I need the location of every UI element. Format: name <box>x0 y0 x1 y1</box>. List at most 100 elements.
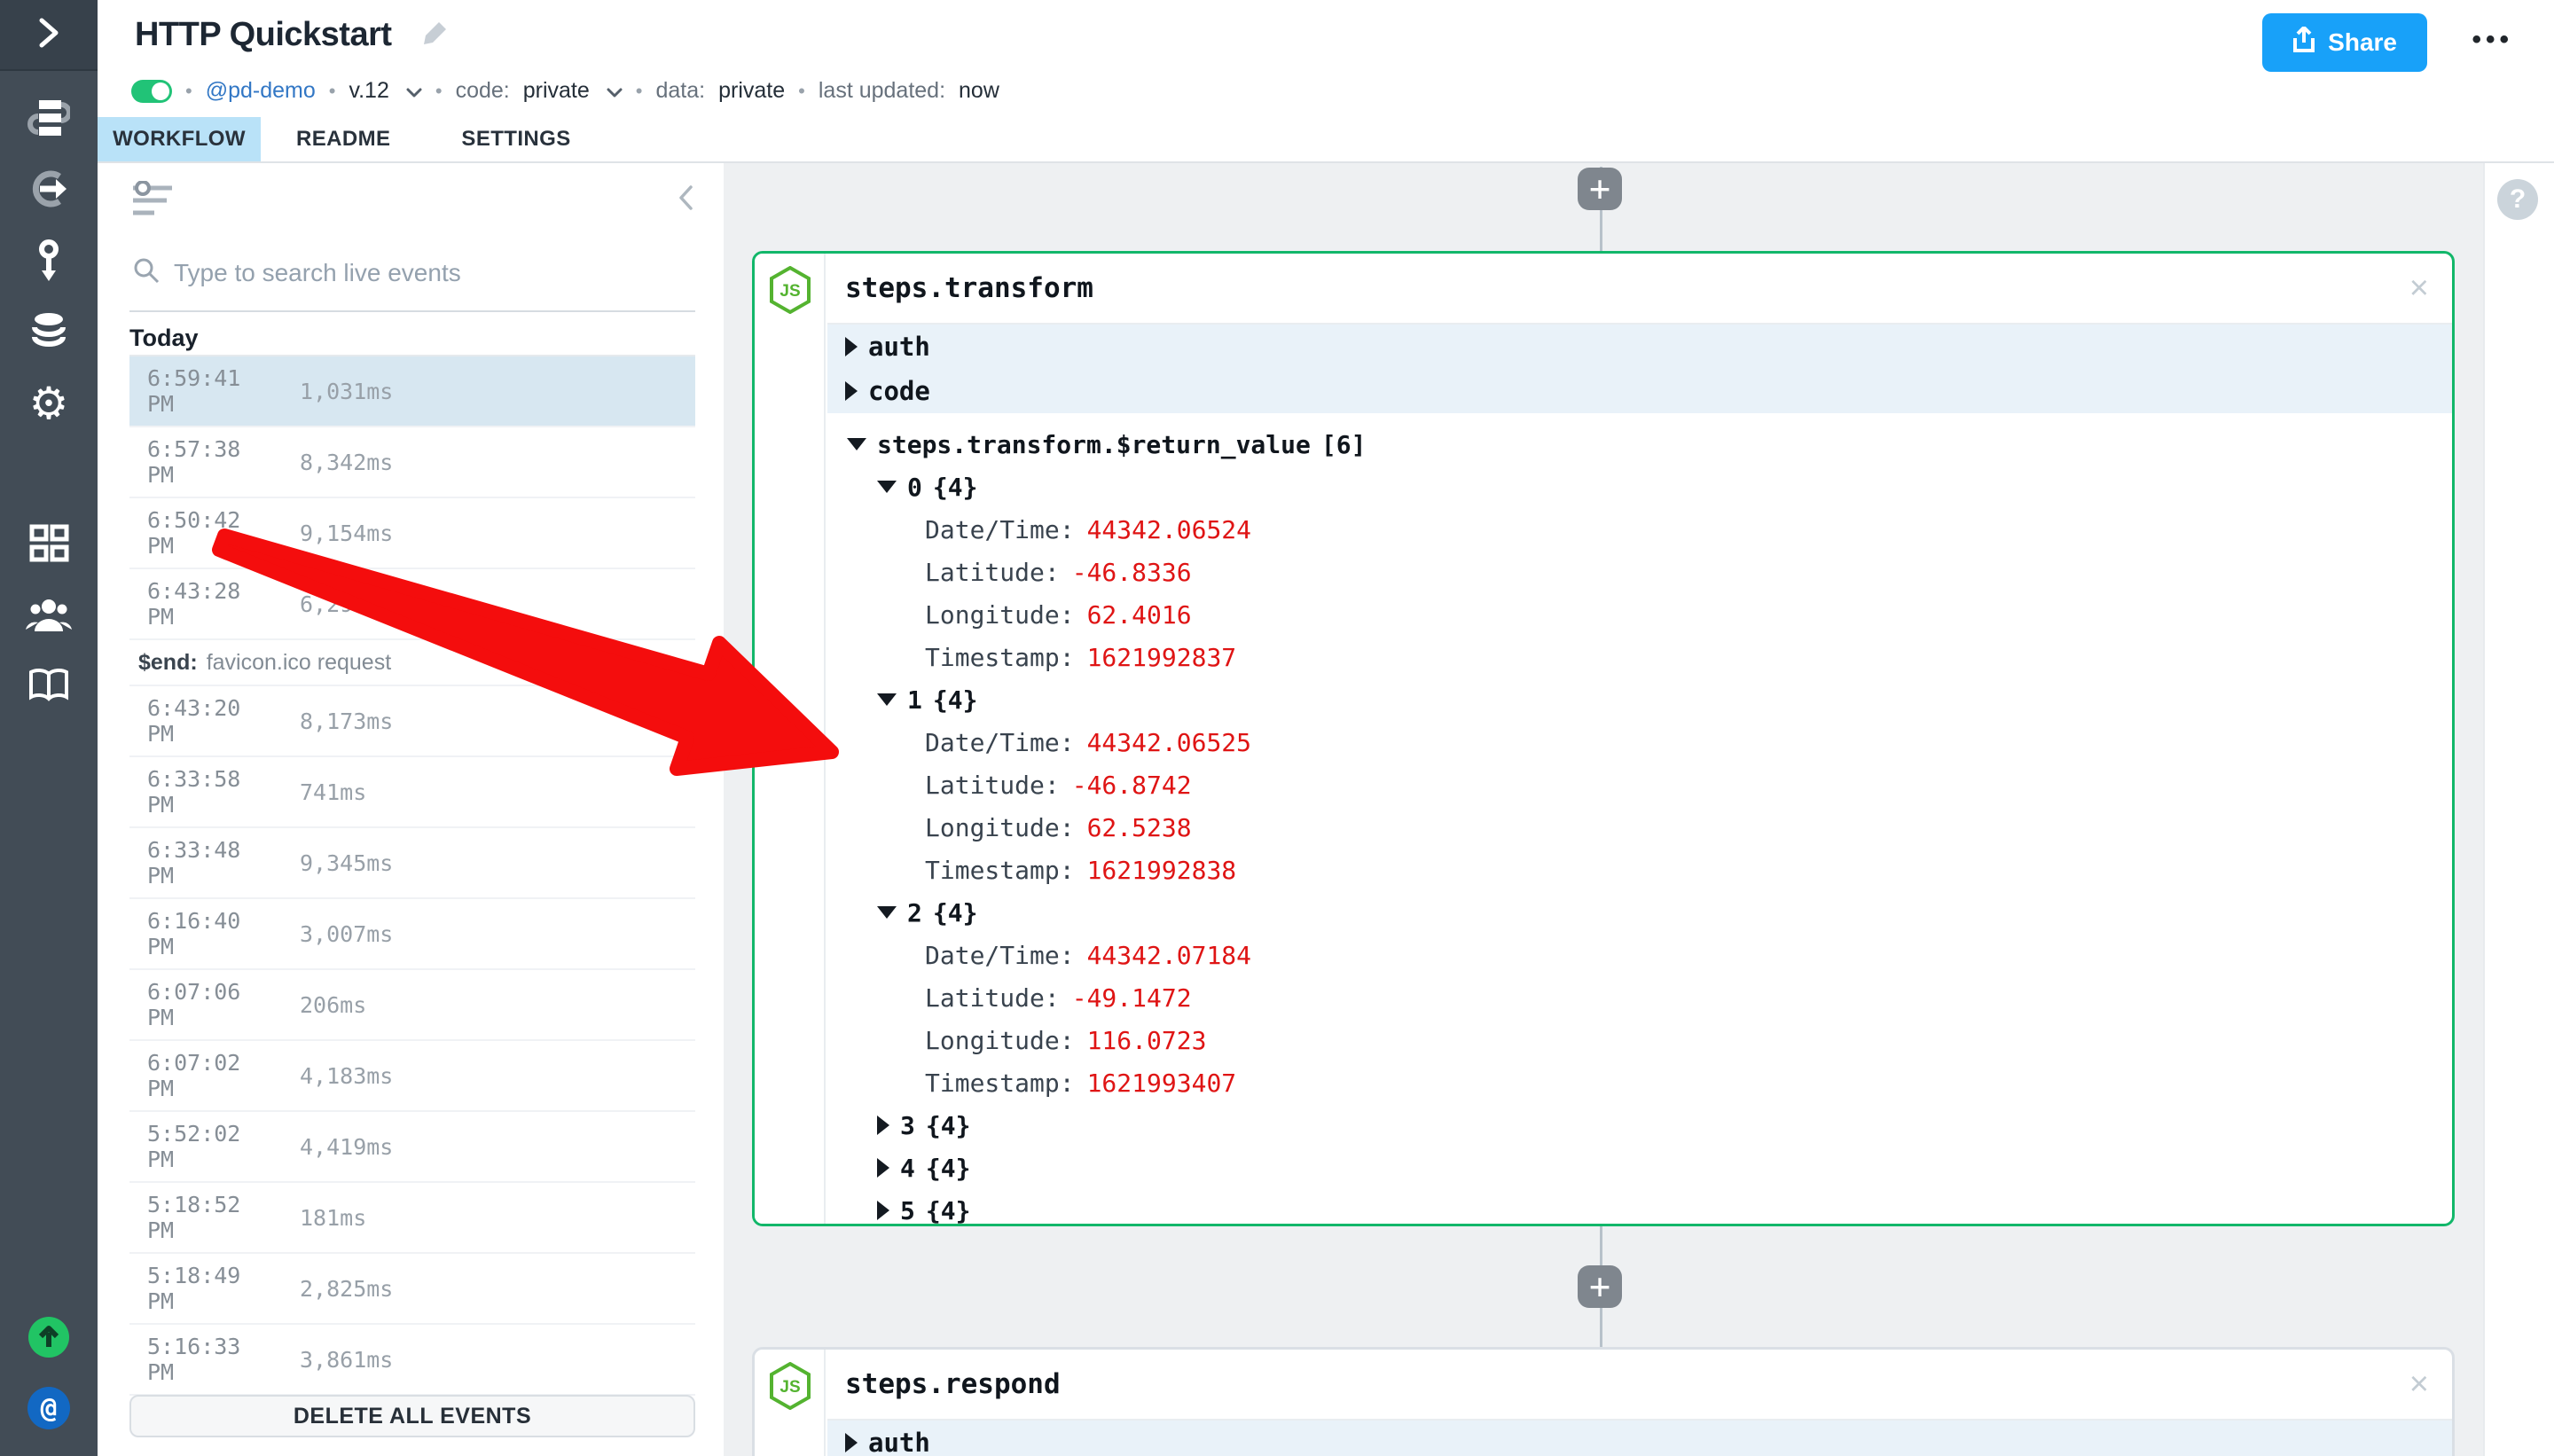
sidebar-item-keys[interactable] <box>0 226 98 297</box>
help-button[interactable]: ? <box>2497 179 2538 220</box>
result-section-auth[interactable]: auth <box>827 1421 2452 1456</box>
owner-link[interactable]: @pd-demo <box>206 78 316 104</box>
svg-text:JS: JS <box>780 282 800 301</box>
event-duration: 8,173ms <box>262 708 393 734</box>
json-key: Longitude: <box>925 600 1075 630</box>
delete-all-events-button[interactable]: DELETE ALL EVENTS <box>129 1395 695 1437</box>
data-visibility-value: private <box>718 78 785 104</box>
event-row[interactable]: 6:33:58 PM 741ms <box>129 757 695 828</box>
sidebar-item-event-sources[interactable] <box>0 155 98 226</box>
close-icon[interactable]: × <box>2409 271 2429 305</box>
more-menu-button[interactable]: ••• <box>2472 25 2513 55</box>
event-time: 6:50:42 PM <box>129 507 262 559</box>
sidebar-item-community[interactable] <box>0 581 98 652</box>
sidebar-item-workflows[interactable] <box>0 84 98 155</box>
deploy-toggle[interactable] <box>131 80 172 103</box>
nodejs-icon: JS <box>769 266 811 318</box>
json-node-item-2[interactable]: 2 {4} <box>827 891 2452 934</box>
json-key: Timestamp: <box>925 1069 1075 1098</box>
step-header: steps.respond × <box>827 1350 2452 1421</box>
edit-pencil-icon[interactable] <box>422 20 449 51</box>
event-row[interactable]: 5:16:33 PM 3,861ms <box>129 1325 695 1396</box>
json-key: Latitude: <box>925 558 1060 587</box>
tab-workflow[interactable]: WORKFLOW <box>98 117 261 161</box>
collapse-panel-chevron-icon[interactable] <box>678 184 693 215</box>
json-key: Date/Time: <box>925 515 1075 544</box>
event-time: 5:52:02 PM <box>129 1121 262 1172</box>
step-title: steps.transform <box>827 272 1093 304</box>
json-node-item-0[interactable]: 0 {4} <box>827 466 2452 508</box>
event-row[interactable]: 6:57:38 PM 8,342ms <box>129 427 695 498</box>
json-node-item-4[interactable]: 4 {4} <box>827 1147 2452 1189</box>
json-field-row: Longitude: 116.0723 <box>827 1019 2452 1061</box>
event-time: 6:43:20 PM <box>129 695 262 747</box>
at-sign-avatar-icon: @ <box>27 1387 70 1429</box>
json-node-item-3[interactable]: 3 {4} <box>827 1104 2452 1147</box>
json-key: Latitude: <box>925 771 1060 800</box>
share-button[interactable]: Share <box>2262 13 2427 72</box>
expand-sidebar-button[interactable] <box>0 0 98 71</box>
book-icon <box>27 667 71 708</box>
event-row[interactable]: 6:59:41 PM 1,031ms <box>129 356 695 427</box>
upgrade-button[interactable] <box>0 1302 98 1373</box>
event-duration: 8,342ms <box>262 450 393 475</box>
event-duration: 206ms <box>262 992 366 1018</box>
chevron-down-icon <box>847 438 866 450</box>
json-node-item-1[interactable]: 1 {4} <box>827 678 2452 721</box>
event-row-end[interactable]: $end: favicon.ico request <box>129 640 695 686</box>
step-gutter: JS <box>755 1350 826 1456</box>
json-field-row: Latitude: -46.8336 <box>827 551 2452 593</box>
account-avatar[interactable]: @ <box>0 1373 98 1444</box>
last-updated-label: last updated: <box>819 78 945 104</box>
json-value: -46.8742 <box>1072 771 1192 800</box>
event-time: 6:57:38 PM <box>129 436 262 488</box>
sidebar-item-apps[interactable] <box>0 510 98 581</box>
json-key: Date/Time: <box>925 728 1075 757</box>
section-label: code <box>868 376 930 406</box>
sidebar-item-data-stores[interactable] <box>0 297 98 368</box>
event-row[interactable]: 6:33:48 PM 9,345ms <box>129 828 695 899</box>
json-index: 0 <box>907 473 922 502</box>
event-row[interactable]: 6:43:20 PM 8,173ms <box>129 686 695 757</box>
event-row[interactable]: 6:43:28 PM 6,293ms <box>129 569 695 640</box>
json-key: Timestamp: <box>925 856 1075 885</box>
close-icon[interactable]: × <box>2409 1367 2429 1401</box>
filter-sliders-icon[interactable] <box>131 181 174 223</box>
search-icon <box>133 257 160 288</box>
json-field-row: Date/Time: 44342.07184 <box>827 934 2452 976</box>
sidebar-item-settings[interactable]: ⚙ <box>0 368 98 439</box>
search-input[interactable] <box>174 259 695 287</box>
json-value: 44342.06524 <box>1087 515 1251 544</box>
event-row[interactable]: 5:18:49 PM 2,825ms <box>129 1254 695 1325</box>
event-row[interactable]: 6:07:06 PM 206ms <box>129 970 695 1041</box>
events-list: 6:59:41 PM 1,031ms 6:57:38 PM 8,342ms 6:… <box>129 355 695 1396</box>
event-row[interactable]: 6:50:42 PM 9,154ms <box>129 498 695 569</box>
code-visibility-value[interactable]: private <box>523 78 590 104</box>
event-row[interactable]: 6:16:40 PM 3,007ms <box>129 899 695 970</box>
json-key: steps.transform.$return_value <box>877 430 1311 459</box>
meta-bullet: • <box>636 80 643 103</box>
event-time: 6:33:58 PM <box>129 766 262 818</box>
json-node-return-value[interactable]: steps.transform.$return_value [6] <box>827 423 2452 466</box>
tab-readme[interactable]: README <box>261 117 426 161</box>
svg-text:JS: JS <box>780 1378 800 1397</box>
gear-icon: ⚙ <box>29 381 69 426</box>
chevron-down-icon[interactable] <box>406 78 422 104</box>
result-section-auth[interactable]: auth <box>827 325 2452 369</box>
event-row[interactable]: 6:07:02 PM 4,183ms <box>129 1041 695 1112</box>
json-node-item-5[interactable]: 5 {4} <box>827 1189 2452 1226</box>
page-title: HTTP Quickstart <box>135 16 392 54</box>
version-selector[interactable]: v.12 <box>349 78 388 104</box>
add-step-button[interactable]: + <box>1578 1265 1622 1308</box>
chevron-right-icon <box>877 1115 889 1135</box>
event-duration: 4,183ms <box>262 1063 393 1089</box>
tab-settings[interactable]: SETTINGS <box>426 117 606 161</box>
result-section-code[interactable]: code <box>827 369 2452 413</box>
event-row[interactable]: 5:52:02 PM 4,419ms <box>129 1112 695 1183</box>
event-row[interactable]: 5:18:52 PM 181ms <box>129 1183 695 1254</box>
json-index: 3 <box>900 1111 915 1140</box>
sidebar-item-docs[interactable] <box>0 652 98 723</box>
json-index: 1 <box>907 685 922 715</box>
chevron-down-icon[interactable] <box>607 78 623 104</box>
add-step-button[interactable]: + <box>1578 168 1622 210</box>
